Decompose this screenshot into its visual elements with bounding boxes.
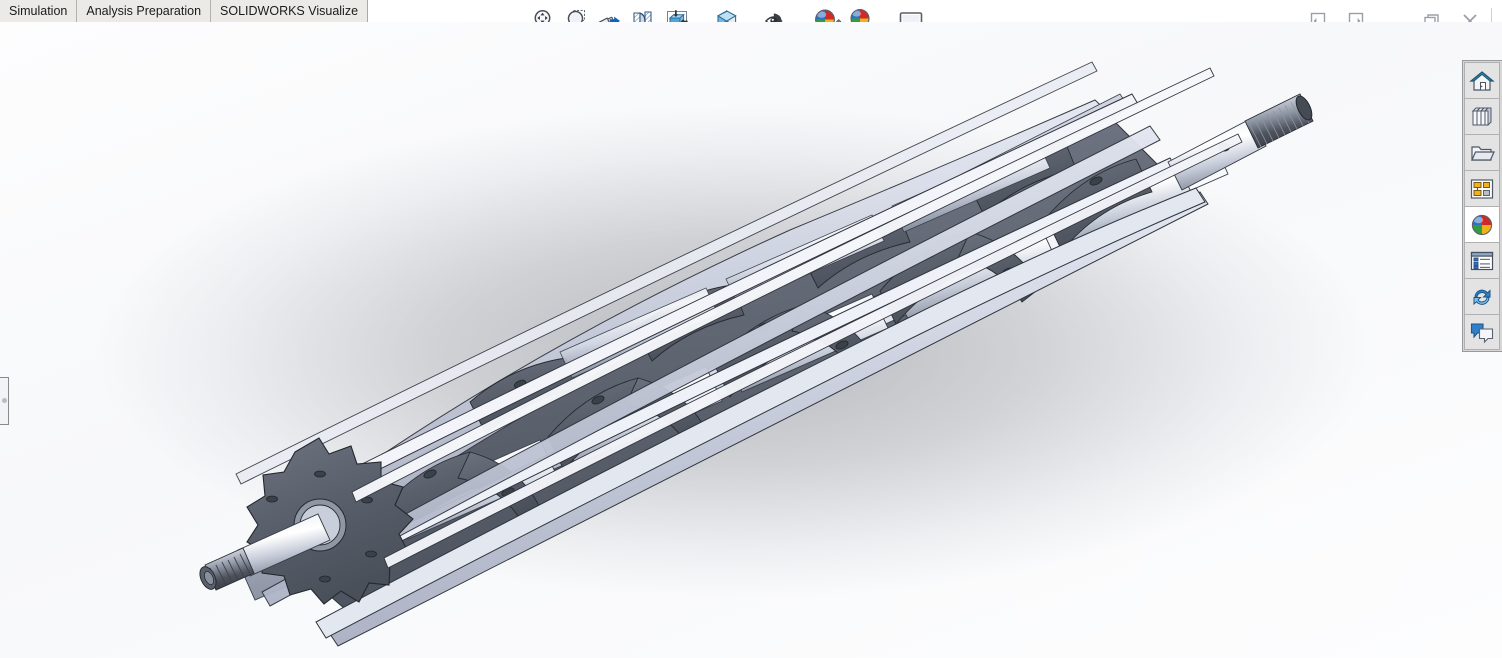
refresh-sync-icon [1473,288,1491,305]
tab-analysis-preparation-label: Analysis Preparation [86,3,202,18]
feature-manager-flyout-tab[interactable] [0,377,9,425]
sidebar-item-comments[interactable] [1464,314,1500,350]
drive-end-assembly [199,437,414,605]
custom-properties-icon [1470,251,1494,270]
folder-icon [1471,145,1495,161]
sidebar-item-view-palette[interactable] [1464,170,1500,206]
graphics-area[interactable] [0,22,1502,658]
speech-bubbles-icon [1470,323,1494,344]
task-pane [1462,60,1502,352]
tab-simulation[interactable]: Simulation [0,0,78,22]
solidworks-window: Simulation Analysis Preparation SOLIDWOR… [0,0,1502,658]
home-icon [1469,70,1495,91]
sidebar-item-solidworks-forum[interactable] [1464,278,1500,314]
appearances-sphere-icon [1471,214,1493,235]
sidebar-item-design-library[interactable] [1464,98,1500,134]
design-library-icon [1471,107,1492,126]
sidebar-item-file-explorer[interactable] [1464,134,1500,170]
model-viewport [199,61,1314,647]
tab-simulation-label: Simulation [9,3,68,18]
sidebar-item-appearances[interactable] [1464,206,1500,242]
feature-manager-handle-dot [2,398,7,403]
rotor-auger-model [199,61,1314,647]
tab-solidworks-visualize-label: SOLIDWORKS Visualize [220,3,359,18]
tab-analysis-preparation[interactable]: Analysis Preparation [77,0,212,22]
view-palette-icon [1470,178,1494,199]
tab-solidworks-visualize[interactable]: SOLIDWORKS Visualize [211,0,368,22]
sidebar-item-custom-properties[interactable] [1464,242,1500,278]
sidebar-item-solidworks-resources[interactable] [1464,62,1500,98]
command-manager-tab-strip: Simulation Analysis Preparation SOLIDWOR… [0,0,369,23]
